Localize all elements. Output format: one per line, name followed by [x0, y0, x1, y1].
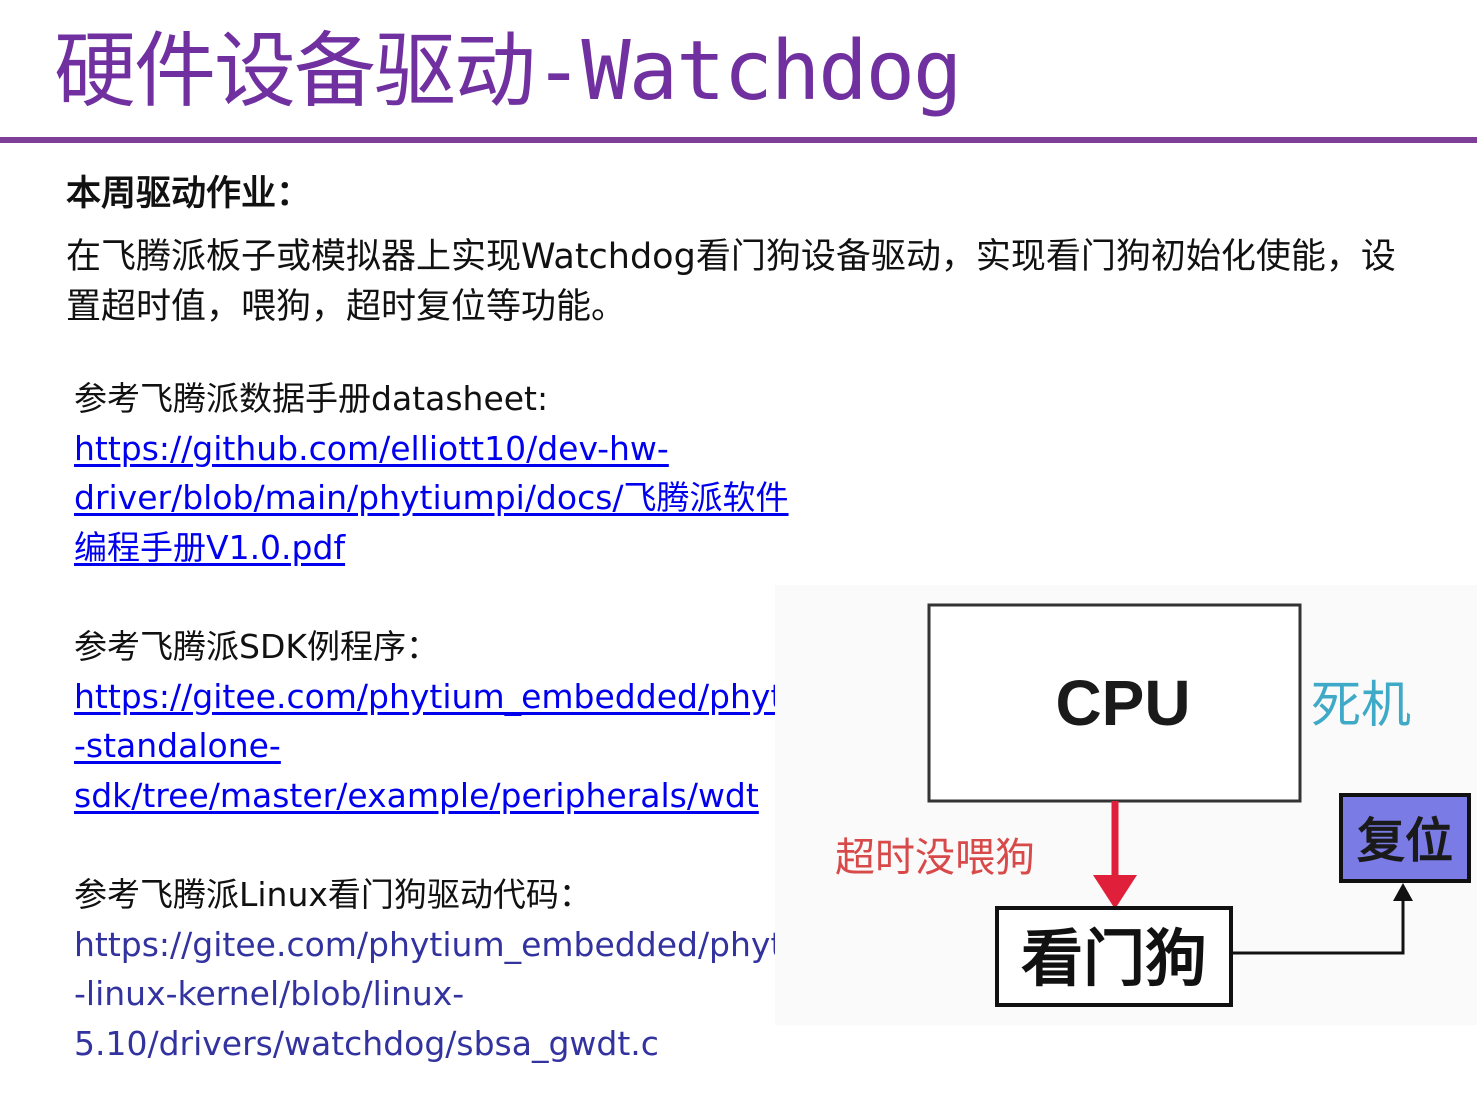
cpu-label: CPU	[1055, 667, 1190, 739]
title-divider	[0, 137, 1477, 143]
linux-url-line-3: 5.10/drivers/watchdog/sbsa_gwdt.c	[74, 1023, 659, 1063]
reference-label: 参考飞腾派SDK例程序：	[74, 627, 439, 666]
slide-title: 硬件设备驱动-Watchdog	[54, 24, 962, 119]
homework-description: 在飞腾派板子或模拟器上实现Watchdog看门狗设备驱动，实现看门狗初始化使能，…	[66, 237, 1396, 327]
reset-arrowhead	[1393, 883, 1413, 901]
datasheet-link-line-2[interactable]: driver/blob/main/phytiumpi/docs/飞腾派软件	[74, 473, 894, 523]
reset-connector	[1231, 897, 1405, 955]
hang-label: 死机	[1311, 676, 1411, 734]
watchdog-diagram: CPU 死机 超时没喂狗 看门狗 复位	[775, 585, 1477, 1025]
reference-sdk-example: 参考飞腾派SDK例程序： https://gitee.com/phytium_e…	[74, 622, 894, 820]
timeout-arrowhead	[1093, 875, 1137, 909]
datasheet-link-line-1[interactable]: https://github.com/elliott10/dev-hw-	[74, 424, 894, 474]
sdk-link-line-3[interactable]: sdk/tree/master/example/peripherals/wdt	[74, 771, 894, 821]
sdk-link-line-1[interactable]: https://gitee.com/phytium_embedded/phyti…	[74, 672, 894, 722]
sdk-link-line-2[interactable]: -standalone-	[74, 721, 894, 771]
linux-url-line-1: https://gitee.com/phytium_embedded/phyti…	[74, 924, 846, 964]
reference-label: 参考飞腾派Linux看门狗驱动代码：	[74, 875, 592, 914]
linux-url-line-2: -linux-kernel/blob/linux-	[74, 974, 465, 1013]
reset-label: 复位	[1357, 813, 1453, 869]
reference-linux-driver: 参考飞腾派Linux看门狗驱动代码： https://gitee.com/phy…	[74, 870, 894, 1068]
timeout-label: 超时没喂狗	[835, 835, 1035, 881]
reference-label: 参考飞腾派数据手册datasheet:	[74, 379, 549, 418]
homework-heading: 本周驱动作业：	[66, 174, 312, 214]
reference-datasheet: 参考飞腾派数据手册datasheet: https://github.com/e…	[74, 374, 894, 572]
datasheet-link-line-3[interactable]: 编程手册V1.0.pdf	[74, 523, 894, 573]
watchdog-label: 看门狗	[1021, 922, 1207, 995]
